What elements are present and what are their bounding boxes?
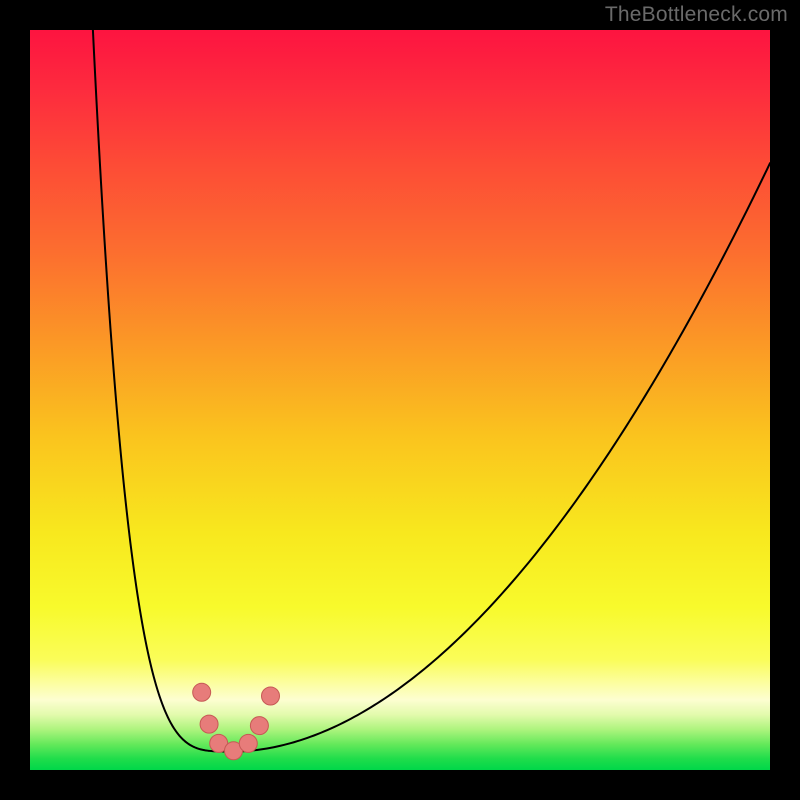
curve-marker xyxy=(193,683,211,701)
curve-marker xyxy=(239,734,257,752)
curve-marker xyxy=(250,717,268,735)
curve-marker xyxy=(262,687,280,705)
bottleneck-curve xyxy=(93,30,770,752)
watermark-text: TheBottleneck.com xyxy=(605,3,788,27)
chart-plot xyxy=(30,30,770,770)
curve-marker xyxy=(200,715,218,733)
